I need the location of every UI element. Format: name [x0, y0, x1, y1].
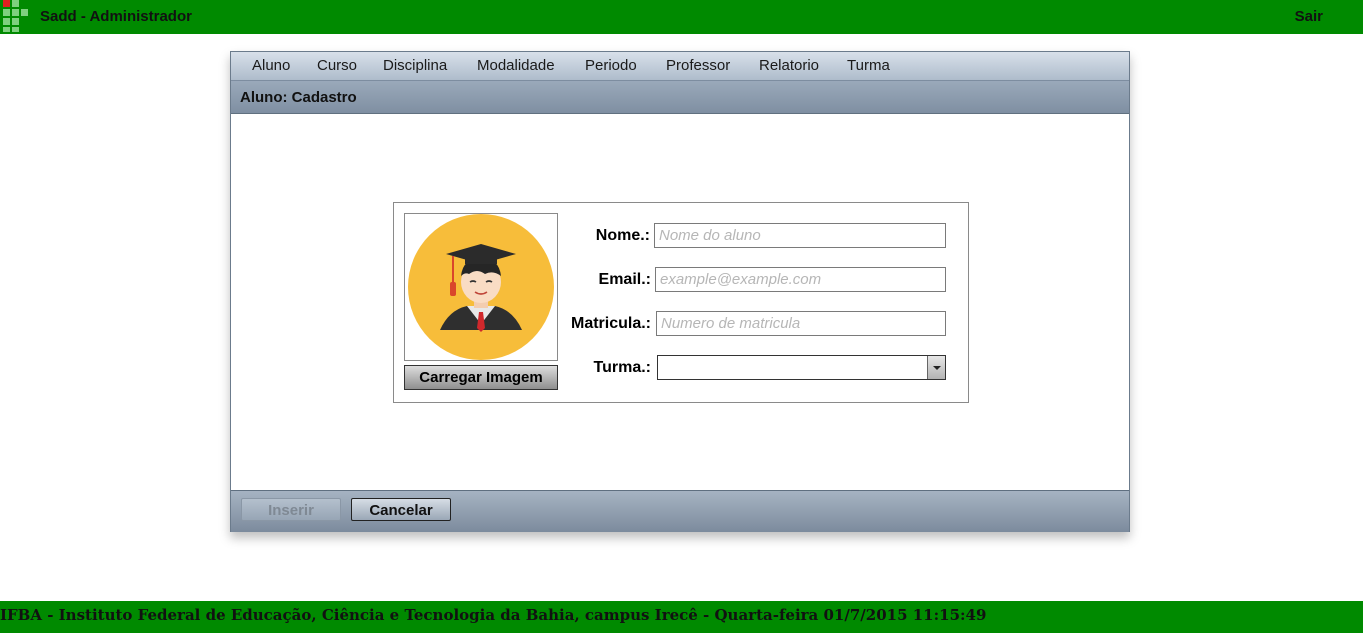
menu-item-professor[interactable]: Professor	[666, 57, 730, 74]
turma-select[interactable]	[657, 355, 946, 380]
menu-bar: Aluno Curso Disciplina Modalidade Period…	[231, 52, 1129, 81]
ifba-logo-icon	[3, 0, 28, 32]
main-panel: Aluno Curso Disciplina Modalidade Period…	[230, 51, 1130, 532]
email-input[interactable]	[655, 267, 946, 292]
panel-content: Carregar Imagem Nome.: Email.: Matricula…	[231, 114, 1129, 490]
menu-item-turma[interactable]: Turma	[847, 57, 890, 74]
status-bar: IFBA - Instituto Federal de Educação, Ci…	[0, 601, 1363, 633]
menu-item-modalidade[interactable]: Modalidade	[477, 57, 555, 74]
menu-item-aluno[interactable]: Aluno	[252, 57, 290, 74]
status-text: IFBA - Instituto Federal de Educação, Ci…	[0, 606, 987, 624]
panel-title-bar: Aluno: Cadastro	[231, 81, 1129, 114]
turma-label: Turma.:	[593, 359, 651, 376]
cancel-button[interactable]: Cancelar	[351, 498, 451, 521]
name-label: Nome.:	[595, 227, 650, 244]
insert-button[interactable]: Inserir	[241, 498, 341, 521]
menu-item-disciplina[interactable]: Disciplina	[383, 57, 447, 74]
logout-link[interactable]: Sair	[1295, 8, 1323, 25]
email-label: Email.:	[598, 271, 651, 288]
top-bar: Sadd - Administrador Sair	[0, 0, 1363, 34]
name-input[interactable]	[654, 223, 946, 248]
app-title: Sadd - Administrador	[40, 8, 192, 25]
chevron-down-icon[interactable]	[927, 356, 945, 379]
menu-item-curso[interactable]: Curso	[317, 57, 357, 74]
action-bar: Inserir Cancelar	[231, 490, 1129, 532]
menu-item-periodo[interactable]: Periodo	[585, 57, 637, 74]
matricula-input[interactable]	[656, 311, 946, 336]
matricula-label: Matricula.:	[570, 315, 651, 332]
menu-item-relatorio[interactable]: Relatorio	[759, 57, 819, 74]
student-form: Carregar Imagem Nome.: Email.: Matricula…	[393, 202, 969, 403]
panel-title: Aluno: Cadastro	[240, 89, 357, 106]
